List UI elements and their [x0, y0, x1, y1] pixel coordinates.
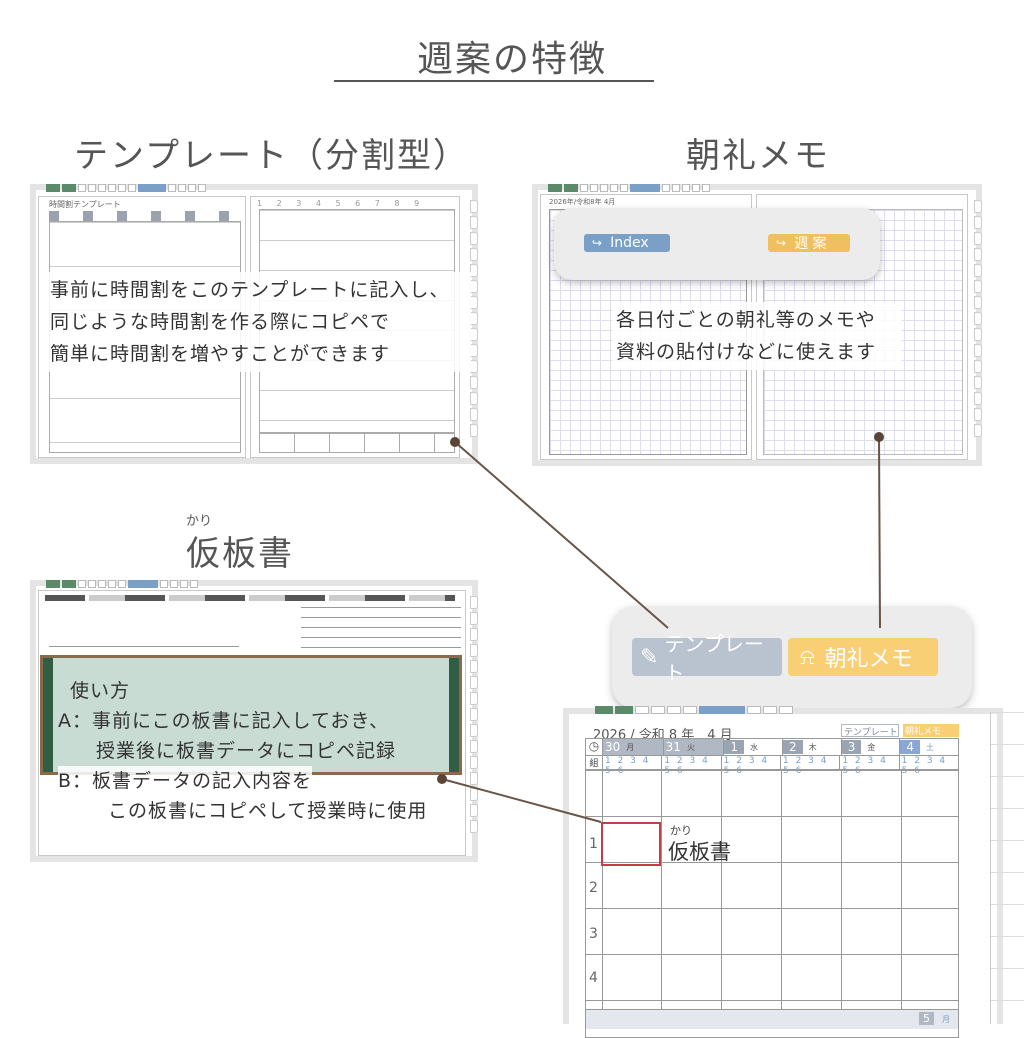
board-connector [441, 778, 602, 823]
template-connector-dot [450, 437, 460, 447]
morning-connector [878, 436, 881, 629]
template-connector [454, 441, 669, 629]
board-connector-dot [437, 774, 447, 784]
connector-lines [437, 432, 884, 823]
morning-connector-dot [874, 432, 884, 442]
